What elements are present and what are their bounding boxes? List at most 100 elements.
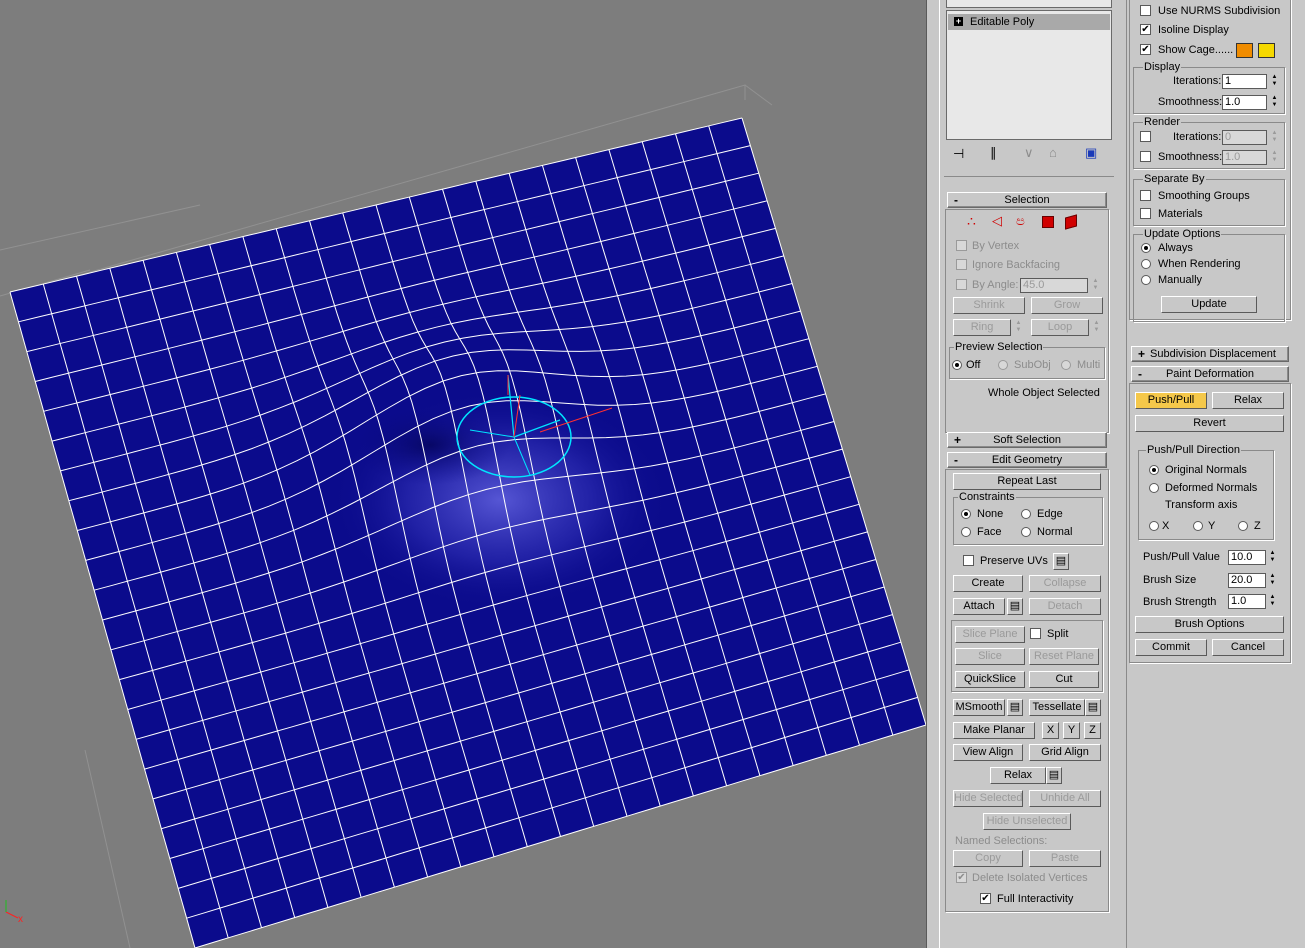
- paint-relax-button[interactable]: Relax: [1212, 392, 1284, 409]
- create-button[interactable]: Create: [953, 575, 1023, 592]
- by-angle-spin-arrows[interactable]: ▲ ▼: [1091, 278, 1100, 293]
- update-manually-radio[interactable]: [1141, 275, 1151, 285]
- msmooth-settings-icon[interactable]: ▤: [1007, 699, 1023, 716]
- materials-checkbox[interactable]: [1140, 208, 1151, 219]
- grow-button[interactable]: Grow: [1031, 297, 1103, 314]
- constraint-normal-radio[interactable]: [1021, 527, 1031, 537]
- render-iterations-arrows[interactable]: ▲ ▼: [1270, 130, 1279, 145]
- preserve-uvs-checkbox[interactable]: [963, 555, 974, 566]
- original-normals-radio[interactable]: [1149, 465, 1159, 475]
- vertex-icon[interactable]: ∴: [967, 214, 976, 228]
- show-cage-checkbox[interactable]: ✔: [1140, 44, 1151, 55]
- hide-unselected-button[interactable]: Hide Unselected: [983, 813, 1071, 830]
- commit-button[interactable]: Commit: [1135, 639, 1207, 656]
- by-vertex-checkbox[interactable]: [956, 240, 967, 251]
- brush-size-arrows[interactable]: ▲ ▼: [1268, 573, 1277, 588]
- attach-button[interactable]: Attach: [953, 598, 1005, 615]
- show-end-result-icon[interactable]: ∥: [990, 146, 997, 160]
- rollout-soft-selection[interactable]: + Soft Selection: [947, 432, 1107, 448]
- render-smoothness-arrows[interactable]: ▲ ▼: [1270, 150, 1279, 165]
- display-smoothness-arrows[interactable]: ▲ ▼: [1270, 95, 1279, 110]
- modifier-list-dropdown[interactable]: [946, 0, 1112, 8]
- split-checkbox[interactable]: [1030, 628, 1041, 639]
- axis-y-radio[interactable]: [1193, 521, 1203, 531]
- deformed-normals-radio[interactable]: [1149, 483, 1159, 493]
- slice-plane-button[interactable]: Slice Plane: [955, 626, 1025, 643]
- delete-isolated-checkbox[interactable]: ✔: [956, 872, 967, 883]
- make-planar-button[interactable]: Make Planar: [953, 722, 1035, 739]
- use-nurms-checkbox[interactable]: [1140, 5, 1151, 16]
- by-angle-checkbox[interactable]: [956, 279, 967, 290]
- planar-z-button[interactable]: Z: [1084, 722, 1101, 739]
- smoothing-groups-checkbox[interactable]: [1140, 190, 1151, 201]
- border-icon[interactable]: ප: [1016, 214, 1025, 228]
- render-iterations-checkbox[interactable]: [1140, 131, 1151, 142]
- cut-button[interactable]: Cut: [1029, 671, 1099, 688]
- by-angle-spinner[interactable]: 45.0: [1020, 278, 1088, 293]
- ring-button[interactable]: Ring: [953, 319, 1011, 336]
- modifier-stack[interactable]: + Editable Poly: [946, 10, 1112, 140]
- relax-settings-icon[interactable]: ▤: [1046, 767, 1062, 784]
- view-align-button[interactable]: View Align: [953, 744, 1023, 761]
- pin-stack-icon[interactable]: ⊣: [953, 147, 964, 161]
- perspective-viewport[interactable]: x: [0, 0, 926, 948]
- display-smoothness-spinner[interactable]: 1.0: [1222, 95, 1267, 110]
- stack-item-editable-poly[interactable]: + Editable Poly: [948, 14, 1110, 30]
- update-always-radio[interactable]: [1141, 243, 1151, 253]
- expand-icon[interactable]: +: [954, 17, 963, 26]
- loop-button[interactable]: Loop: [1031, 319, 1089, 336]
- collapse-button[interactable]: Collapse: [1029, 575, 1101, 592]
- msmooth-button[interactable]: MSmooth: [953, 699, 1005, 716]
- push-pull-button[interactable]: Push/Pull: [1135, 392, 1207, 409]
- copy-button[interactable]: Copy: [953, 850, 1023, 867]
- slice-button[interactable]: Slice: [955, 648, 1025, 665]
- push-pull-value-arrows[interactable]: ▲ ▼: [1268, 550, 1277, 565]
- viewport-canvas[interactable]: x: [0, 0, 926, 948]
- remove-modifier-icon[interactable]: ⌂: [1049, 146, 1057, 160]
- update-when-rendering-radio[interactable]: [1141, 259, 1151, 269]
- attach-list-icon[interactable]: ▤: [1007, 598, 1023, 615]
- display-iterations-spinner[interactable]: 1: [1222, 74, 1267, 89]
- hide-selected-button[interactable]: Hide Selected: [953, 790, 1023, 807]
- full-interactivity-checkbox[interactable]: ✔: [980, 893, 991, 904]
- constraint-face-radio[interactable]: [961, 527, 971, 537]
- brush-strength-arrows[interactable]: ▲ ▼: [1268, 594, 1277, 609]
- grid-align-button[interactable]: Grid Align: [1029, 744, 1101, 761]
- brush-size-spinner[interactable]: 20.0: [1228, 573, 1266, 588]
- constraint-edge-radio[interactable]: [1021, 509, 1031, 519]
- display-iterations-arrows[interactable]: ▲ ▼: [1270, 74, 1279, 89]
- planar-x-button[interactable]: X: [1042, 722, 1059, 739]
- unhide-all-button[interactable]: Unhide All: [1029, 790, 1101, 807]
- rollout-paint-deformation[interactable]: - Paint Deformation: [1131, 366, 1289, 382]
- preview-multi-radio[interactable]: [1061, 360, 1071, 370]
- relax-button[interactable]: Relax: [990, 767, 1046, 784]
- brush-strength-spinner[interactable]: 1.0: [1228, 594, 1266, 609]
- cancel-button[interactable]: Cancel: [1212, 639, 1284, 656]
- rollout-subdivision-displacement[interactable]: + Subdivision Displacement: [1131, 346, 1289, 362]
- revert-button[interactable]: Revert: [1135, 415, 1284, 432]
- ring-spin-arrows[interactable]: ▲ ▼: [1014, 320, 1023, 335]
- ignore-backfacing-checkbox[interactable]: [956, 259, 967, 270]
- axis-z-radio[interactable]: [1238, 521, 1248, 531]
- preview-off-radio[interactable]: [952, 360, 962, 370]
- panel-divider[interactable]: [926, 0, 940, 948]
- repeat-last-button[interactable]: Repeat Last: [953, 473, 1101, 490]
- tessellate-settings-icon[interactable]: ▤: [1085, 699, 1101, 716]
- shrink-button[interactable]: Shrink: [953, 297, 1025, 314]
- isoline-checkbox[interactable]: ✔: [1140, 24, 1151, 35]
- preview-subobj-radio[interactable]: [998, 360, 1008, 370]
- axis-x-radio[interactable]: [1149, 521, 1159, 531]
- cage-color-swatch[interactable]: [1236, 43, 1253, 58]
- update-button[interactable]: Update: [1161, 296, 1257, 313]
- render-iterations-spinner[interactable]: 0: [1222, 130, 1267, 145]
- rollout-selection[interactable]: - Selection: [947, 192, 1107, 208]
- constraint-none-radio[interactable]: [961, 509, 971, 519]
- make-unique-icon[interactable]: ∨: [1024, 146, 1034, 160]
- tessellate-button[interactable]: Tessellate: [1029, 699, 1085, 716]
- rollout-edit-geometry[interactable]: - Edit Geometry: [947, 452, 1107, 468]
- render-smoothness-checkbox[interactable]: [1140, 151, 1151, 162]
- planar-y-button[interactable]: Y: [1063, 722, 1080, 739]
- quickslice-button[interactable]: QuickSlice: [955, 671, 1025, 688]
- polygon-icon[interactable]: [1042, 216, 1054, 228]
- render-smoothness-spinner[interactable]: 1.0: [1222, 150, 1267, 165]
